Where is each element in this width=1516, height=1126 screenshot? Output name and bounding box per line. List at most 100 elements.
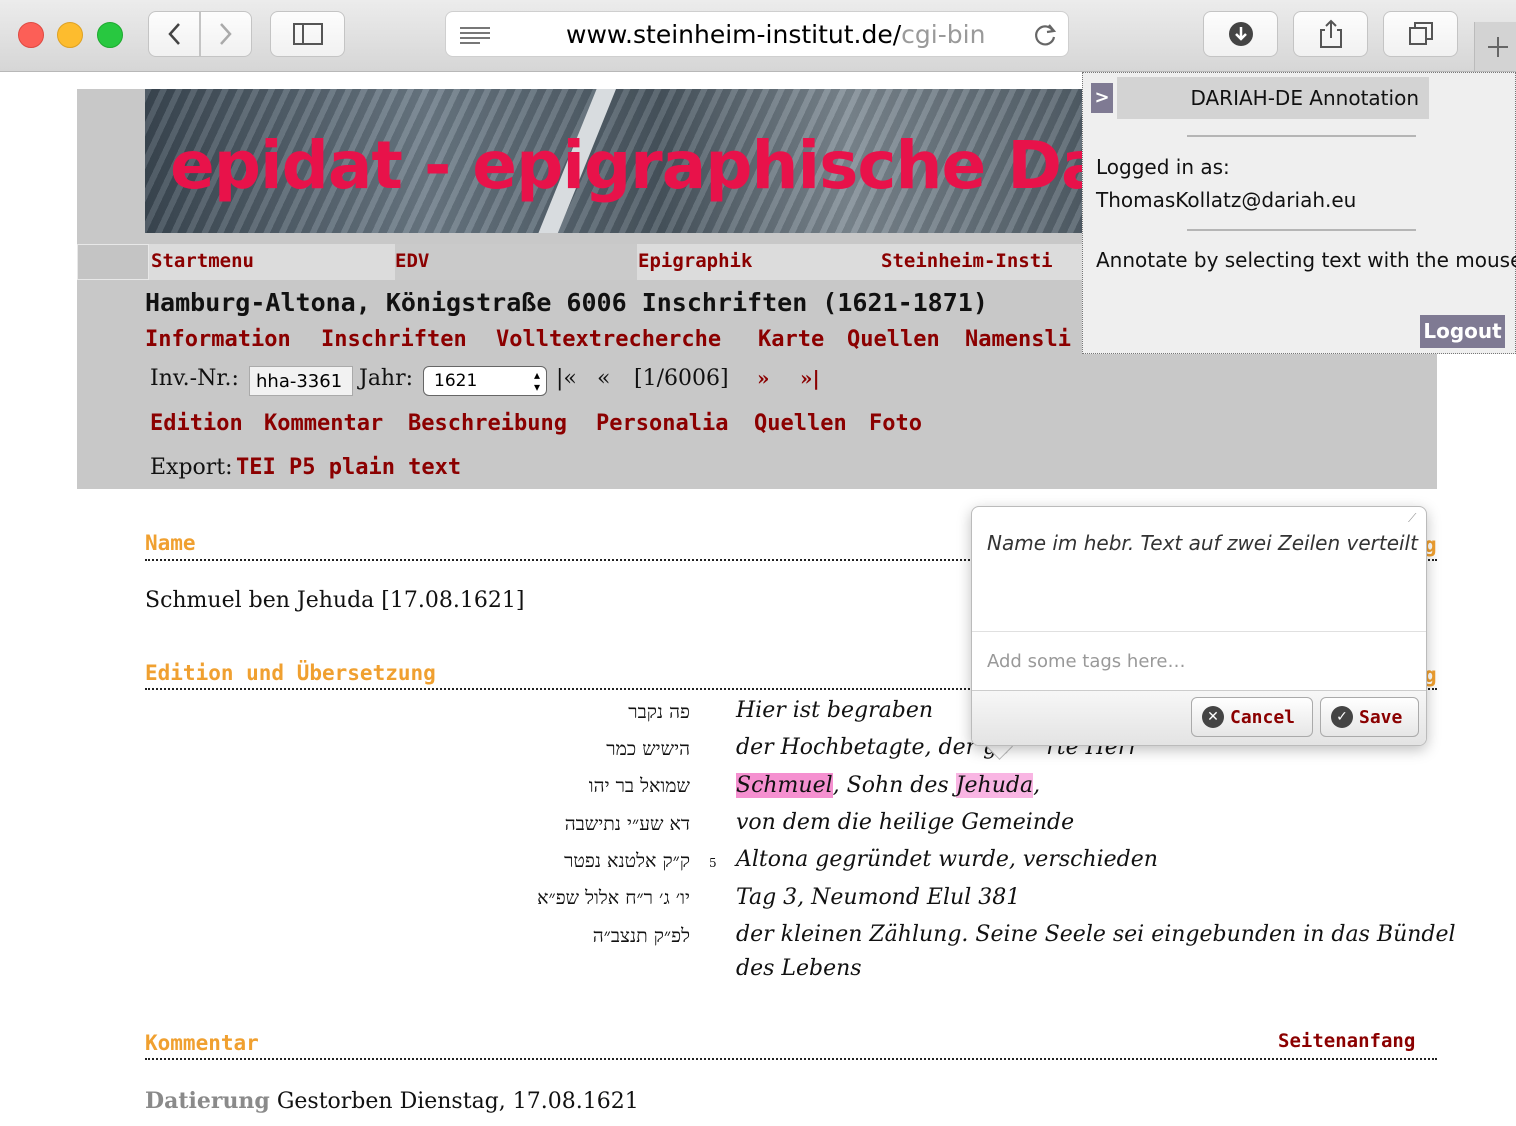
annotation-hint: Annotate by selecting text with the mous… (1096, 248, 1516, 272)
share-button[interactable] (1293, 11, 1368, 57)
hebrew-line: ק״ק אלטנא נפטר (564, 850, 690, 872)
cancel-button[interactable]: ✕ Cancel (1191, 697, 1313, 737)
translation-text: , Sohn des (832, 773, 956, 798)
address-bar[interactable]: www.steinheim-institut.de/cgi-bin (445, 11, 1069, 57)
annotated-highlight[interactable]: Schmuel (736, 773, 833, 798)
reader-icon[interactable] (460, 26, 490, 44)
subnav-inschriften[interactable]: Inschriften (321, 327, 467, 352)
checkmark-icon: ✓ (1331, 706, 1353, 728)
forward-button[interactable] (200, 11, 252, 57)
save-label: Save (1359, 706, 1403, 728)
menu-steinheim-institut[interactable]: Steinheim-Insti (881, 250, 1053, 272)
datierung-row: Datierung Gestorben Dienstag, 17.08.1621 (145, 1088, 639, 1114)
divider (1187, 229, 1416, 231)
inv-label: Inv.-Nr.: (150, 366, 239, 391)
panel-title: DARIAH-DE Annotation (1117, 77, 1429, 119)
menu-edv[interactable]: EDV (395, 250, 429, 272)
close-icon: ✕ (1202, 706, 1224, 728)
translation-text: , (1033, 773, 1041, 798)
new-tab-button[interactable] (1474, 22, 1516, 71)
record-position: [1/6006] (634, 366, 729, 391)
last-record-link[interactable]: »| (800, 366, 820, 390)
first-record-link[interactable]: |« (556, 366, 577, 391)
section-kommentar-heading: Kommentar (145, 1031, 259, 1055)
hebrew-line: שמואל בר יהו (588, 775, 690, 797)
menu-epigraphik[interactable]: Epigraphik (638, 250, 752, 272)
share-icon (1319, 19, 1342, 48)
chevron-right-icon (220, 23, 232, 45)
url-host: www.steinheim-institut.de/ (566, 20, 902, 49)
back-button[interactable] (148, 11, 200, 57)
hebrew-line: יו׳ ג׳ ר״ח אלול שפ״א (537, 887, 690, 909)
cancel-label: Cancel (1230, 706, 1296, 728)
name-value: Schmuel ben Jehuda [17.08.1621] (145, 588, 525, 613)
subnav-quellen[interactable]: Quellen (847, 327, 940, 352)
site-banner: epidat - epigraphische Date (145, 89, 1083, 233)
logout-button[interactable]: Logout (1420, 315, 1505, 348)
reload-icon[interactable] (1032, 22, 1058, 48)
chevron-left-icon (168, 23, 180, 45)
annotation-text-field[interactable]: Name im hebr. Text auf zwei Zeilen verte… (987, 531, 1418, 555)
tab-kommentar[interactable]: Kommentar (264, 411, 383, 436)
url-path: cgi-bin (901, 20, 986, 49)
translation-line: Schmuel, Sohn des Jehuda, (736, 773, 1040, 798)
divider (972, 631, 1426, 632)
save-button[interactable]: ✓ Save (1320, 697, 1419, 737)
minimize-window-button[interactable] (57, 22, 83, 48)
back-to-top-link[interactable]: Seitenanfang (1278, 1030, 1415, 1052)
section-edition-heading: Edition und Übersetzung (145, 661, 436, 685)
sidebar-icon (292, 23, 323, 45)
year-select-value: 1621 (434, 371, 478, 391)
zoom-window-button[interactable] (97, 22, 123, 48)
subnav-information[interactable]: Information (145, 327, 291, 352)
section-name-heading: Name (145, 531, 196, 555)
tab-beschreibung[interactable]: Beschreibung (408, 411, 567, 436)
annotated-highlight[interactable]: Jehuda (955, 773, 1034, 798)
tags-input[interactable]: Add some tags here… (987, 651, 1185, 672)
translation-line: der kleinen Zählung. Seine Seele sei ein… (736, 922, 1456, 947)
divider (145, 1058, 1437, 1060)
url-text: www.steinheim-institut.de/cgi-bin (566, 20, 985, 49)
datierung-value: Gestorben Dienstag, 17.08.1621 (269, 1089, 639, 1114)
next-record-link[interactable]: » (757, 366, 770, 390)
tab-edition[interactable]: Edition (150, 411, 243, 436)
logged-in-user: ThomasKollatz@dariah.eu (1096, 188, 1357, 212)
export-label: Export: (150, 455, 233, 480)
datierung-label: Datierung (145, 1088, 270, 1114)
subnav-karte[interactable]: Karte (758, 327, 824, 352)
subnav-volltextrecherche[interactable]: Volltextrecherche (496, 327, 721, 352)
tab-foto[interactable]: Foto (869, 411, 922, 436)
year-select[interactable]: 1621 ▴ ▾ (423, 366, 547, 396)
plus-icon (1488, 37, 1508, 57)
sidebar-button[interactable] (270, 11, 345, 57)
export-tei-link[interactable]: TEI P5 plain text (236, 455, 461, 480)
tabs-overview-button[interactable] (1383, 11, 1458, 57)
divider (1187, 135, 1416, 137)
inv-number-input[interactable]: hha-3361 (249, 366, 353, 396)
panel-toggle-button[interactable]: > (1091, 83, 1113, 113)
year-label: Jahr: (359, 366, 414, 391)
logged-in-label: Logged in as: (1096, 155, 1230, 179)
tab-personalia[interactable]: Personalia (596, 411, 728, 436)
hebrew-line: לפ״ק תנצב״ה (592, 925, 690, 947)
browser-toolbar: www.steinheim-institut.de/cgi-bin (0, 0, 1516, 72)
translation-line: Tag 3, Neumond Elul 381 (736, 885, 1021, 910)
hebrew-line: דא שע״י נתישבה (564, 813, 690, 835)
close-window-button[interactable] (18, 22, 44, 48)
annotation-panel: > DARIAH-DE Annotation Logged in as: Tho… (1082, 72, 1516, 354)
previous-record-link[interactable]: « (597, 366, 610, 391)
download-icon (1228, 22, 1253, 46)
annotation-editor: ⟋ Name im hebr. Text auf zwei Zeilen ver… (971, 506, 1427, 746)
downloads-button[interactable] (1203, 11, 1278, 57)
resize-handle-icon[interactable]: ⟋ (1408, 511, 1422, 525)
translation-text: der Hochbetagte, der ge (736, 735, 1011, 760)
page-title: Hamburg-Altona, Königstraße 6006 Inschri… (145, 288, 988, 317)
menu-spacer (77, 244, 149, 280)
banner-title: epidat - epigraphische Date (170, 127, 1083, 204)
menu-startmenu[interactable]: Startmenu (151, 250, 254, 272)
tab-quellen[interactable]: Quellen (754, 411, 847, 436)
hebrew-line: פה נקבר (628, 701, 690, 723)
select-arrows-icon: ▴ ▾ (533, 368, 540, 394)
translation-line: von dem die heilige Gemeinde (736, 810, 1075, 835)
subnav-namensliste[interactable]: Namensli (965, 327, 1071, 352)
